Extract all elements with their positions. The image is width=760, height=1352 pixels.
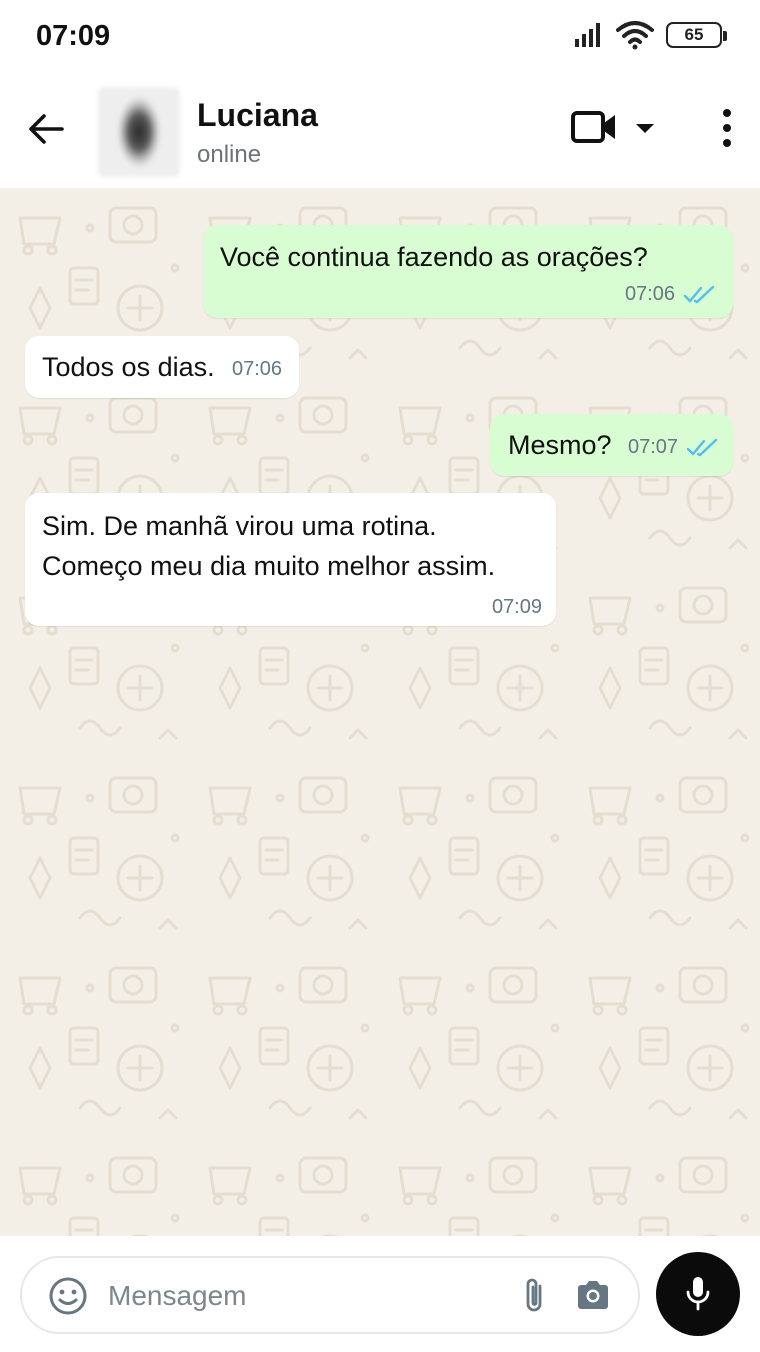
wifi-icon <box>616 21 654 50</box>
message-meta: 07:07 <box>628 436 720 459</box>
emoji-icon <box>49 1277 87 1315</box>
voice-message-button[interactable] <box>656 1252 740 1336</box>
camera-button[interactable] <box>575 1278 611 1312</box>
message-meta: 07:09 <box>492 596 542 619</box>
contact-name[interactable]: Luciana <box>197 97 318 134</box>
message-meta: 07:06 <box>232 358 282 381</box>
status-bar: 07:09 65 <box>0 0 760 75</box>
read-ticks-icon <box>686 438 718 456</box>
message-input[interactable] <box>108 1272 488 1320</box>
message-bubble-incoming[interactable]: Sim. De manhã virou uma rotina. Começo m… <box>25 493 556 626</box>
signal-icon <box>575 23 600 47</box>
back-arrow-icon <box>29 114 64 144</box>
back-button[interactable] <box>26 109 66 149</box>
message-line: Sim. De manhã virou uma rotina. <box>42 511 437 541</box>
more-options-button[interactable] <box>712 107 742 149</box>
status-icons: 65 <box>574 18 727 52</box>
call-options-dropdown[interactable] <box>632 115 658 141</box>
video-call-icon <box>571 111 615 143</box>
status-time: 07:09 <box>36 20 111 52</box>
chat-area[interactable]: Você continua fazendo as orações? 07:06 … <box>0 188 760 1236</box>
composer-bar <box>0 1236 760 1352</box>
message-bubble-outgoing[interactable]: Mesmo? 07:07 <box>490 414 733 476</box>
message-meta: 07:06 <box>625 283 717 306</box>
contact-status: online <box>197 141 262 168</box>
video-call-button[interactable] <box>570 107 618 147</box>
message-time: 07:06 <box>232 358 283 380</box>
message-time: 07:07 <box>628 436 679 458</box>
chat-header: Luciana online <box>0 75 760 188</box>
read-ticks-icon <box>683 285 715 303</box>
battery-level: 65 <box>684 25 704 44</box>
avatar[interactable] <box>98 87 180 177</box>
message-input-container[interactable] <box>20 1256 640 1334</box>
message-time: 07:09 <box>491 596 542 618</box>
message-text: Todos os dias. <box>42 352 215 382</box>
battery-icon: 65 <box>666 22 727 48</box>
more-vert-icon <box>723 109 731 147</box>
message-bubble-incoming[interactable]: Todos os dias. 07:06 <box>25 336 299 398</box>
message-bubble-outgoing[interactable]: Você continua fazendo as orações? 07:06 <box>203 225 733 318</box>
attach-button[interactable] <box>520 1276 550 1316</box>
camera-icon <box>578 1281 608 1309</box>
attach-icon <box>526 1278 542 1312</box>
dropdown-icon <box>636 124 654 133</box>
emoji-button[interactable] <box>48 1276 88 1316</box>
message-time: 07:06 <box>624 283 675 305</box>
message-line: Começo meu dia muito melhor assim. <box>42 551 496 581</box>
message-text: Mesmo? <box>508 430 612 460</box>
mic-icon <box>686 1277 710 1311</box>
message-text: Você continua fazendo as orações? <box>220 242 648 272</box>
